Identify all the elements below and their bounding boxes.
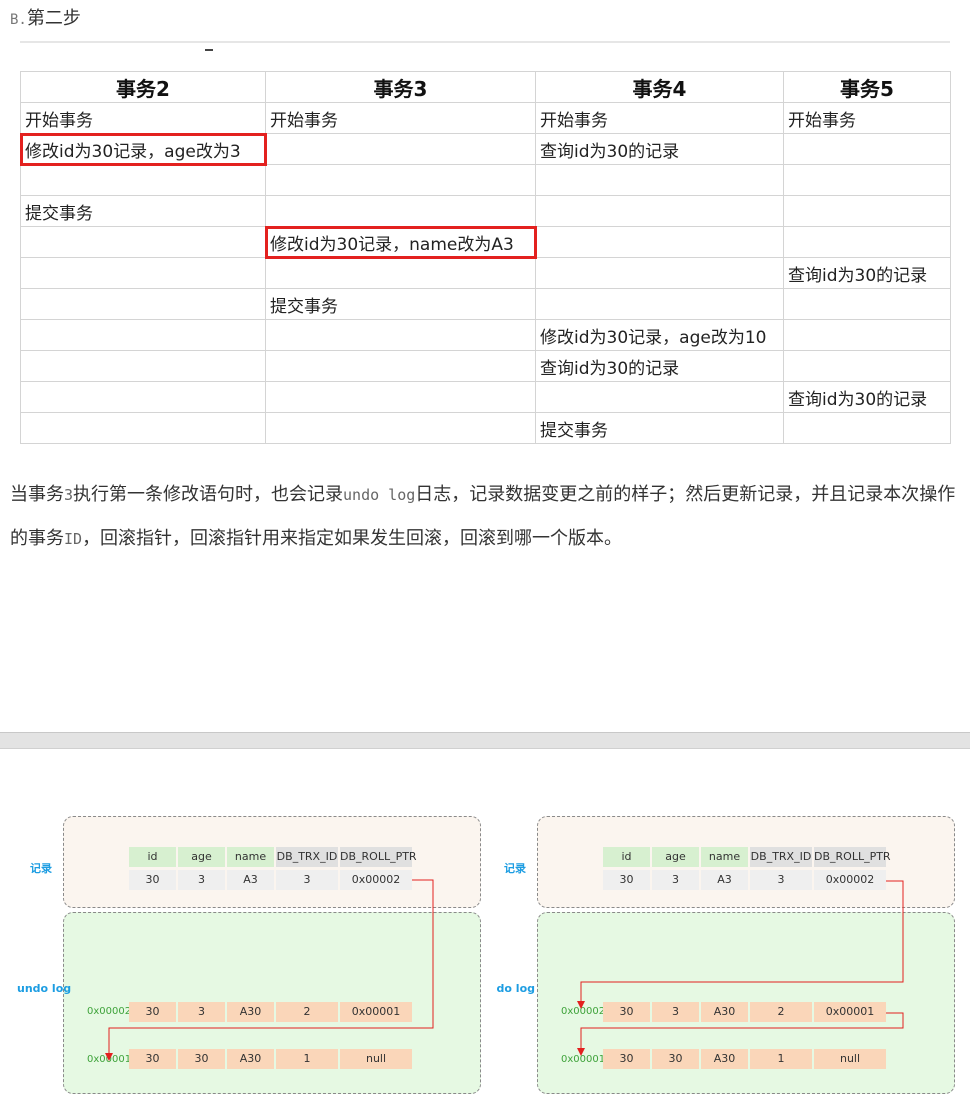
table-cell [265,164,536,196]
table-row: 提交事务 [20,288,951,320]
table-header-row: 事务2 事务3 事务4 事务5 [20,71,951,103]
table-cell [783,319,951,351]
para-text: 当事务 [10,484,64,505]
roll-pointer-arrow [580,880,904,1002]
arrow-head [577,1048,585,1056]
table-cell: 查询id为30的记录 [535,350,784,382]
record-label: 记录 [504,862,526,875]
transaction-table: 事务2 事务3 事务4 事务5 开始事务 开始事务 开始事务 开始事务 修改id… [19,71,951,444]
table-cell [265,350,536,382]
para-code: ID [64,530,83,548]
table-cell [265,133,536,165]
table-row: 修改id为30记录，age改为10 [20,319,951,351]
table-cell: 提交事务 [265,288,536,320]
record-label: 记录 [30,862,52,875]
highlighted-cell: 修改id为30记录，name改为A3 [264,225,537,259]
table-row: 提交事务 [20,195,951,227]
table-cell [20,412,266,444]
para-text: ，回滚指针，回滚指针用来指定如果发生回滚，回滚到哪一个版本。 [82,528,623,549]
table-cell [535,226,784,258]
section-divider [0,732,970,749]
col-header-tx3: 事务3 [265,71,536,103]
table-cell [783,288,951,320]
step-title: 第二步 [26,8,81,29]
step-prefix: B. [10,12,27,28]
arrow-head [105,1053,113,1061]
table-cell [535,257,784,289]
undo-log-label: undo log [497,982,535,995]
table-cell: 开始事务 [535,102,784,134]
table-cell: 提交事务 [535,412,784,444]
table-cell [265,195,536,227]
table-cell [535,288,784,320]
table-cell: 提交事务 [20,195,266,227]
table-cell [265,319,536,351]
roll-pointer-arrow [108,879,434,1054]
table-row: 查询id为30的记录 [20,257,951,289]
undo-log-diagram-left: 记录 undo log id age name DB_TRX_ID DB_ROL… [17,816,483,1098]
arrow-head [577,1001,585,1009]
table-cell [535,195,784,227]
table-cell [783,226,951,258]
col-header-tx2: 事务2 [20,71,266,103]
table-row: 提交事务 [20,412,951,444]
table-cell [535,164,784,196]
table-cell [783,133,951,165]
table-cell [20,164,266,196]
table-cell [20,319,266,351]
table-cell: 查询id为30的记录 [783,381,951,413]
table-cell [20,288,266,320]
table-cell [783,350,951,382]
table-row [20,164,951,196]
table-row: 开始事务 开始事务 开始事务 开始事务 [20,102,951,134]
step-heading: B.第二步 [10,4,81,30]
col-header-tx4: 事务4 [535,71,784,103]
explanation-paragraph: 当事务3执行第一条修改语句时，也会记录undo log日志，记录数据变更之前的样… [10,473,960,561]
roll-pointer-arrows [105,879,434,1061]
table-cell [20,381,266,413]
table-cell [783,412,951,444]
table-cell: 开始事务 [20,102,266,134]
para-code: 3 [64,486,74,504]
roll-pointer-arrows [577,880,904,1056]
table-cell [20,257,266,289]
table-cell [265,381,536,413]
table-cell [20,350,266,382]
table-cell [783,195,951,227]
undo-log-diagram-right: 记录 undo log id age name DB_TRX_ID DB_ROL… [497,816,957,1098]
table-row: 查询id为30的记录 [20,350,951,382]
table-cell: 查询id为30的记录 [535,133,784,165]
table-cell [265,257,536,289]
para-code: undo log [343,486,416,504]
table-cell: 查询id为30的记录 [783,257,951,289]
table-cell: 开始事务 [783,102,951,134]
table-row: 查询id为30的记录 [20,381,951,413]
table-top-border [20,41,950,43]
table-row: 修改id为30记录，age改为3 查询id为30的记录 [19,132,951,166]
table-top-mark [205,49,213,51]
table-cell [783,164,951,196]
table-cell [535,381,784,413]
highlighted-cell: 修改id为30记录，age改为3 [19,132,267,166]
col-header-tx5: 事务5 [783,71,951,103]
table-cell [265,412,536,444]
table-cell: 开始事务 [265,102,536,134]
para-text: 执行第一条修改语句时，也会记录 [73,484,344,505]
roll-pointer-arrow [580,1012,904,1049]
table-row: 修改id为30记录，name改为A3 [20,225,951,259]
table-cell [20,226,266,258]
table-cell: 修改id为30记录，age改为10 [535,319,784,351]
